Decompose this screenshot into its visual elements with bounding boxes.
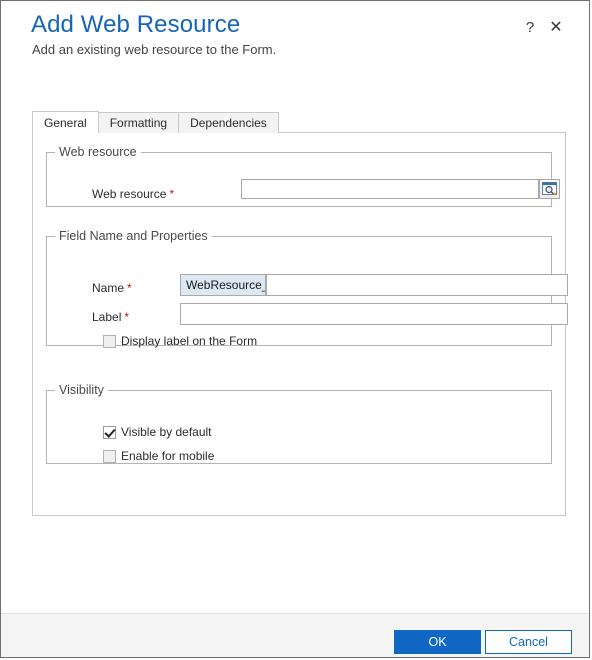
help-icon[interactable]: ? xyxy=(521,19,539,37)
field-name-and-properties-group: Field Name and Properties Name * WebResou… xyxy=(46,229,568,348)
web-resource-group-legend: Web resource xyxy=(59,145,137,159)
name-prefix-readonly: WebResource_ xyxy=(180,274,266,296)
tab-general[interactable]: General xyxy=(32,111,99,134)
required-marker: * xyxy=(127,281,132,295)
dialog-header: Add Web Resource Add an existing web res… xyxy=(1,1,589,73)
name-field-label: Name * xyxy=(92,281,132,295)
close-icon[interactable]: ✕ xyxy=(547,19,565,37)
label-input[interactable] xyxy=(180,303,568,325)
enable-for-mobile-label: Enable for mobile xyxy=(121,449,215,463)
tab-dependencies[interactable]: Dependencies xyxy=(178,112,279,133)
name-input[interactable] xyxy=(266,274,568,296)
enable-for-mobile-checkbox[interactable] xyxy=(103,449,116,463)
general-tab-panel: Web resource Web resource * Field Name an… xyxy=(32,132,568,516)
ok-button[interactable]: OK xyxy=(394,630,481,654)
web-resource-input[interactable] xyxy=(241,179,539,199)
cancel-button[interactable]: Cancel xyxy=(485,630,572,654)
required-marker: * xyxy=(124,310,130,324)
visible-by-default-checkbox[interactable] xyxy=(103,425,116,439)
enable-for-mobile-checkbox-row[interactable]: Enable for mobile xyxy=(103,449,214,463)
tab-strip: General Formatting Dependencies xyxy=(32,111,279,134)
label-field-label: Label * xyxy=(92,310,130,324)
visible-by-default-label: Visible by default xyxy=(121,425,212,439)
web-resource-field-label: Web resource * xyxy=(92,187,175,201)
tab-formatting[interactable]: Formatting xyxy=(97,112,180,133)
add-web-resource-dialog: Add Web Resource Add an existing web res… xyxy=(0,0,590,658)
field-name-group-legend: Field Name and Properties xyxy=(59,229,208,243)
lookup-window-search-icon[interactable] xyxy=(539,179,560,199)
visibility-group: Visibility Visible by default Enable for… xyxy=(46,383,552,464)
page-title: Add Web Resource xyxy=(31,11,241,38)
required-marker: * xyxy=(169,187,175,201)
visibility-group-legend: Visibility xyxy=(59,383,104,397)
dialog-footer: OK Cancel xyxy=(1,613,589,657)
visible-by-default-checkbox-row[interactable]: Visible by default xyxy=(103,425,212,439)
display-label-on-form-checkbox-row[interactable]: Display label on the Form xyxy=(103,334,257,348)
page-subtitle: Add an existing web resource to the Form… xyxy=(32,42,277,57)
web-resource-group: Web resource Web resource * xyxy=(46,145,560,207)
display-label-on-form-checkbox[interactable] xyxy=(103,334,116,348)
display-label-on-form-label: Display label on the Form xyxy=(121,334,258,348)
